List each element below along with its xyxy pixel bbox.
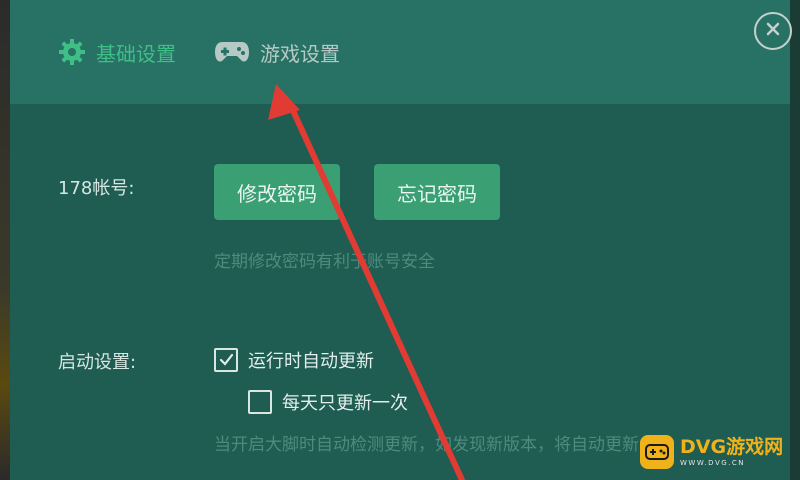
watermark-title: DVG游戏网 [680,435,784,458]
dvg-watermark: DVG游戏网 WWW.DVG.CN [640,432,792,472]
red-arrow-annotation [268,84,465,480]
gamepad-logo-icon [640,435,674,469]
watermark-subtitle: WWW.DVG.CN [680,458,746,467]
